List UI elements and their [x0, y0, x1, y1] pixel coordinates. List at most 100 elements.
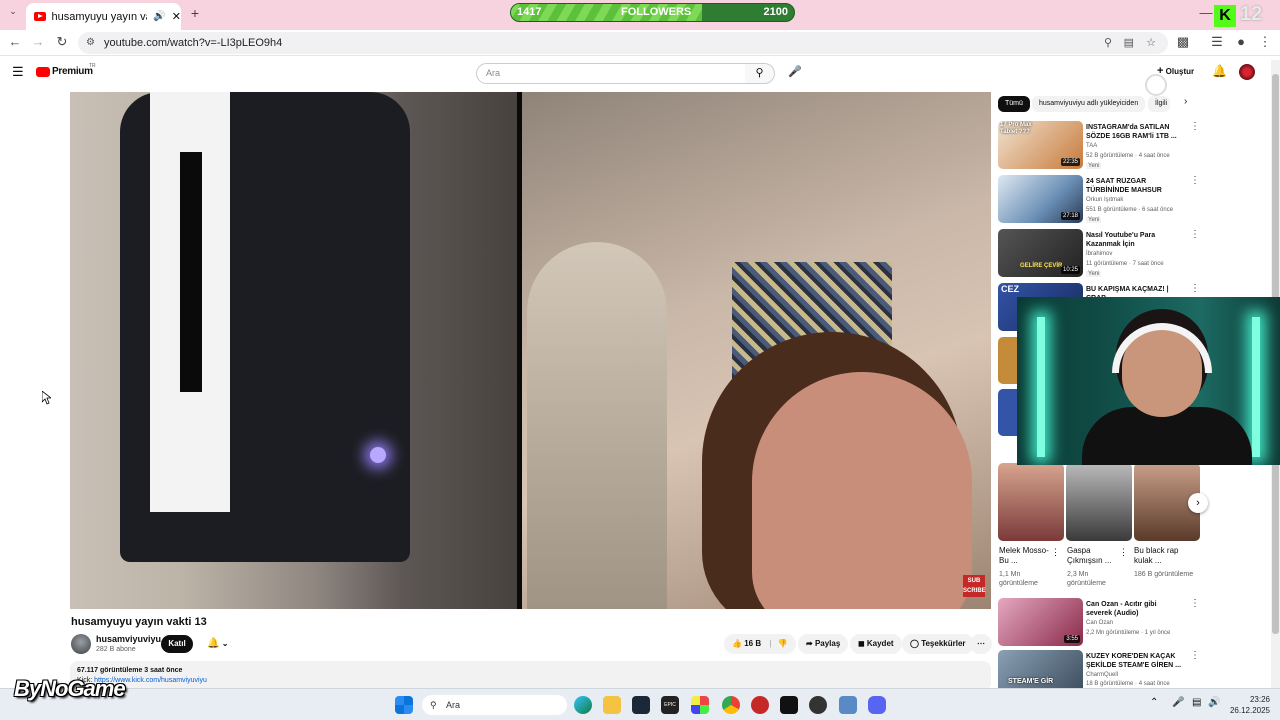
search-button[interactable]: ⚲: [745, 63, 775, 84]
chip-related[interactable]: İlgili: [1148, 96, 1170, 112]
recommendation-item[interactable]: STEAM'E GİR KUZEY KORE'DEN KAÇAK ŞEKİLDE…: [998, 650, 1208, 688]
recommendation-item[interactable]: 3:55 Can Ozan - Acıtır gibi severek (Aud…: [998, 598, 1208, 650]
steam-icon[interactable]: [632, 696, 650, 714]
app-icon[interactable]: [780, 696, 798, 714]
youtube-header: ☰ Premium TR Ara ⚲ 🎤 + Oluştur 🔔: [0, 57, 1270, 96]
volume-tray-icon[interactable]: 🔊: [1208, 697, 1220, 708]
network-tray-icon[interactable]: ▤: [1192, 697, 1201, 708]
taskbar-search-input[interactable]: ⚲ Ara: [422, 695, 567, 715]
obs-icon[interactable]: [809, 696, 827, 714]
join-button[interactable]: Katıl: [161, 635, 193, 653]
profile-avatar-icon[interactable]: ●: [1232, 34, 1250, 49]
tab-audio-icon[interactable]: 🔊: [153, 11, 165, 22]
channel-name[interactable]: husamviyuviyu: [96, 634, 161, 644]
zoom-icon[interactable]: ⚲: [1104, 32, 1112, 54]
recommendation-thumbnail[interactable]: STEAM'E GİR: [998, 650, 1083, 688]
chip-from-uploader[interactable]: husamviyuviyu adlı yükleyiciden: [1032, 96, 1146, 112]
more-vert-icon[interactable]: ⋮: [1190, 283, 1200, 294]
share-button[interactable]: ➦ Paylaş: [798, 634, 849, 654]
recommendation-thumbnail[interactable]: 27:18: [998, 175, 1083, 223]
dislike-button[interactable]: 👎: [778, 639, 788, 648]
followers-goal: 2100: [763, 6, 788, 18]
more-vert-icon[interactable]: ⋮: [1190, 175, 1200, 186]
short-thumbnail[interactable]: [1066, 463, 1132, 541]
new-tab-plus-icon[interactable]: +: [186, 5, 204, 21]
copilot-icon[interactable]: [691, 696, 709, 714]
edge-icon[interactable]: [574, 696, 592, 714]
like-button[interactable]: 👍 16 B: [732, 639, 763, 648]
clock-date: 26.12.2025: [1229, 706, 1270, 715]
recommendation-thumbnail[interactable]: 3:55: [998, 598, 1083, 646]
more-vert-icon[interactable]: ⋮: [1190, 650, 1200, 661]
hamburger-menu-icon[interactable]: ☰: [12, 64, 24, 80]
channel-avatar[interactable]: [71, 634, 91, 654]
reload-icon[interactable]: ↻: [53, 34, 71, 50]
notifications-bell-icon[interactable]: 🔔: [1212, 64, 1227, 78]
windows-start-icon[interactable]: [395, 696, 413, 714]
video-player[interactable]: SUB SCRIBE: [70, 92, 991, 609]
tray-chevron-up-icon[interactable]: ⌃: [1150, 697, 1158, 708]
short-thumbnail[interactable]: [998, 463, 1064, 541]
youtube-premium-text[interactable]: Premium: [52, 66, 93, 77]
short-title[interactable]: Gaspa Çıkmışsın ...: [1067, 546, 1121, 566]
new-badge: Yeni: [1086, 163, 1102, 169]
thumbs-down-icon: 👎: [777, 639, 788, 648]
file-explorer-icon[interactable]: [603, 696, 621, 714]
recommendation-title: Nasıl Youtube'u Para Kazanmak İçin Kulla…: [1086, 232, 1156, 248]
recommendation-item[interactable]: 17 Pro Max Tablet ??? 22:35 INSTAGRAM'da…: [998, 121, 1208, 173]
video-description[interactable]: 67.117 görüntüleme 3 saat önce Kick: htt…: [70, 661, 991, 691]
recommendation-item[interactable]: 27:18 24 SAAT RÜZGAR TÜRBİNİNDE MAHSUR K…: [998, 175, 1208, 227]
account-avatar[interactable]: [1239, 64, 1255, 80]
chrome-icon[interactable]: [722, 696, 740, 714]
recommendation-thumbnail[interactable]: 17 Pro Max Tablet ??? 22:35: [998, 121, 1083, 169]
media-controls-icon[interactable]: ☰: [1208, 34, 1226, 50]
microphone-icon[interactable]: 🎤: [788, 65, 802, 78]
more-vert-icon[interactable]: ⋮: [1190, 229, 1200, 240]
youtube-search-input[interactable]: Ara: [476, 63, 746, 84]
tab-list-chevron-icon[interactable]: ⌄: [4, 6, 22, 17]
share-label: Paylaş: [814, 639, 841, 648]
thumb-caption: CEZ: [1001, 284, 1019, 294]
short-title[interactable]: Bu black rap kulak ...: [1134, 546, 1188, 566]
more-actions-button[interactable]: ⋯: [970, 634, 992, 654]
youtube-logo-icon[interactable]: [36, 67, 50, 77]
more-vert-icon[interactable]: ⋮: [1190, 598, 1200, 609]
more-vert-icon[interactable]: ⋮: [1190, 121, 1200, 132]
browser-menu-icon[interactable]: ⋮: [1256, 34, 1274, 50]
back-arrow-icon[interactable]: ←: [6, 34, 24, 49]
save-button[interactable]: ◼ Kaydet: [850, 634, 902, 654]
browser-tab-youtube[interactable]: husamyuyu yayın vakti 13 - 🔊 ✕: [26, 3, 181, 30]
tab-title: husamyuyu yayın vakti 13 -: [51, 10, 148, 23]
thanks-button[interactable]: ◯ Teşekkürler: [902, 634, 974, 654]
recommendation-item[interactable]: GELİRE ÇEVİR 10:25 Nasıl Youtube'u Para …: [998, 229, 1208, 281]
epic-games-icon[interactable]: EPIC: [661, 696, 679, 714]
recommendation-thumbnail[interactable]: GELİRE ÇEVİR 10:25: [998, 229, 1083, 277]
chip-all[interactable]: Tümü: [998, 96, 1030, 112]
cast-icon[interactable]: ▤: [1124, 32, 1134, 54]
tab-close-icon[interactable]: ✕: [172, 10, 181, 23]
opera-icon[interactable]: [751, 696, 769, 714]
subscription-bell-button[interactable]: 🔔 ⌄: [199, 634, 236, 654]
discord-icon[interactable]: [868, 696, 886, 714]
shorts-next-chevron-icon[interactable]: ›: [1188, 493, 1208, 513]
url-field[interactable]: ⚙ youtube.com/watch?v=-LI3pLEO9h4 ⚲ ▤ ☆: [78, 32, 1168, 54]
recommendation-channel: Orkun Işıtmak: [1086, 197, 1124, 203]
bookmark-star-icon[interactable]: ☆: [1146, 32, 1156, 54]
more-vert-icon[interactable]: ⋮: [1051, 547, 1060, 558]
video-title: husamyuyu yayın vakti 13: [71, 616, 207, 628]
microphone-tray-icon[interactable]: 🎤: [1172, 697, 1184, 708]
site-info-icon[interactable]: ⚙: [86, 32, 95, 54]
video-duration: 10:25: [1060, 266, 1080, 274]
corner-number: 12: [1240, 3, 1263, 25]
network-app-icon[interactable]: [839, 696, 857, 714]
taskbar-clock[interactable]: 23:26 26.12.2025: [1230, 694, 1270, 716]
forward-arrow-icon[interactable]: →: [29, 34, 47, 49]
more-vert-icon[interactable]: ⋮: [1119, 547, 1128, 558]
short-title[interactable]: Melek Mosso-Bu ...: [999, 546, 1053, 566]
hidden-thumbnail[interactable]: [998, 389, 1018, 436]
extensions-icon[interactable]: ▩: [1174, 34, 1192, 50]
minimize-window-icon[interactable]: —: [1197, 5, 1215, 20]
subscribe-watermark[interactable]: SUB SCRIBE: [963, 575, 986, 597]
chips-next-chevron-icon[interactable]: ›: [1184, 96, 1187, 107]
hidden-thumbnail[interactable]: [998, 337, 1018, 384]
